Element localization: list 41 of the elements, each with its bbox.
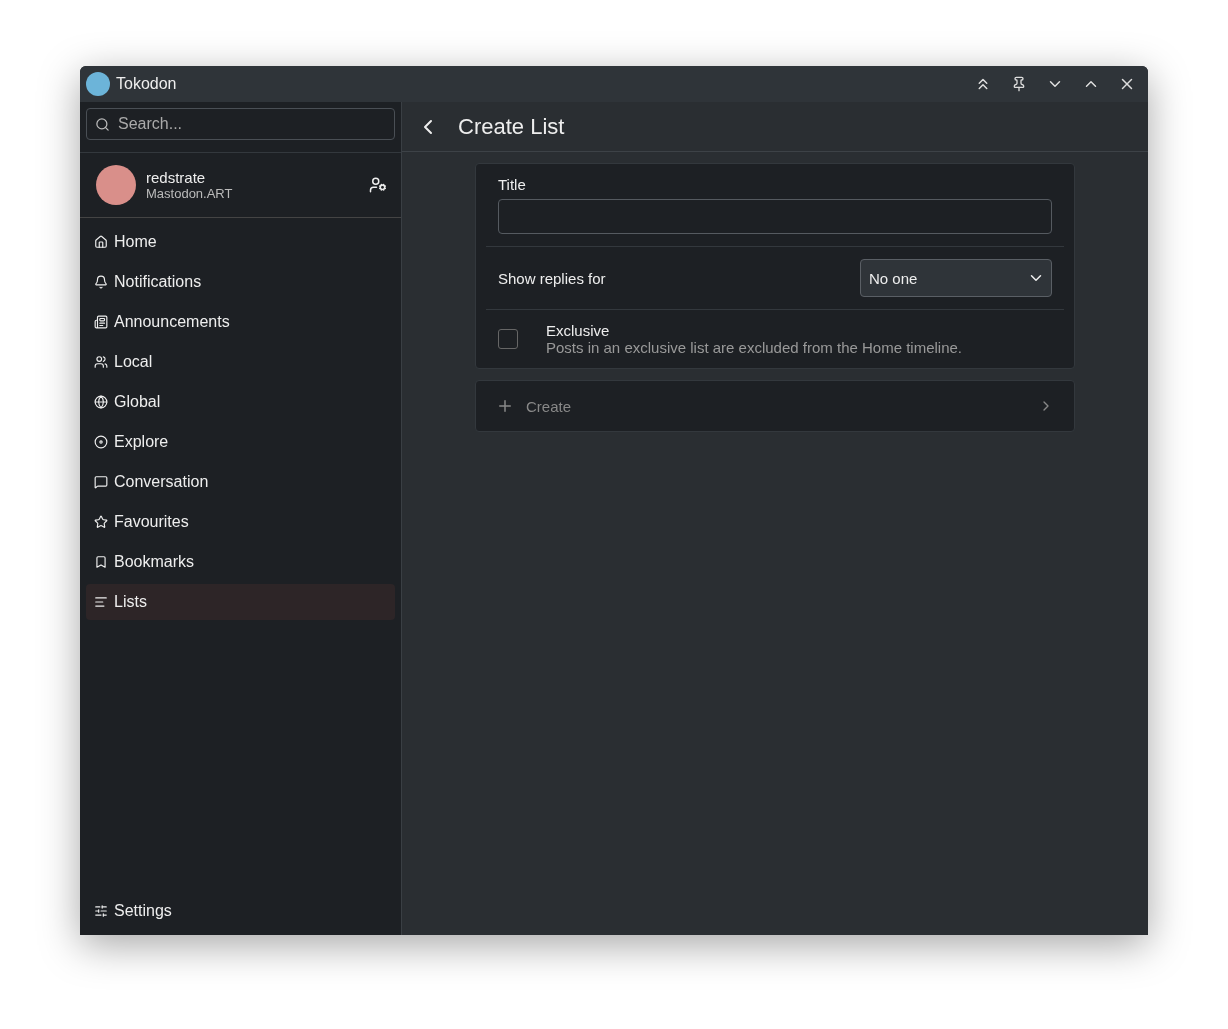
app-logo-icon [86, 72, 110, 96]
search-icon [95, 117, 110, 132]
sidebar-item[interactable]: Notifications [86, 264, 395, 300]
exclusive-checkbox[interactable] [498, 329, 518, 349]
list-icon [94, 595, 108, 609]
checkbox-label: Exclusive [546, 322, 611, 339]
window-title: Tokodon [116, 75, 178, 93]
sidebar-item[interactable]: Bookmarks [86, 544, 395, 580]
switch-account-button[interactable] [369, 176, 387, 194]
account-server: Mastodon.ART [146, 186, 234, 201]
speech-bubble-icon [94, 475, 108, 489]
sidebar-item[interactable]: Lists [86, 584, 395, 620]
field-label: Show replies for [498, 269, 606, 287]
disc-icon [94, 435, 108, 449]
star-icon [94, 515, 108, 529]
field-label: Title [498, 176, 527, 193]
house-icon [94, 235, 108, 249]
sidebar-item[interactable]: Local [86, 344, 395, 380]
sliders-icon [94, 904, 108, 918]
users-icon [94, 355, 108, 369]
user-gear-icon [369, 176, 387, 194]
search-field[interactable]: Search... [86, 108, 395, 140]
sidebar-item[interactable]: Explore [86, 424, 395, 460]
title-input-field[interactable] [498, 199, 1052, 234]
checkbox-description: Posts in an exclusive list are excluded from the Home timeline. [546, 339, 963, 356]
sidebar-item[interactable]: Home [86, 224, 395, 260]
bell-icon [94, 275, 108, 289]
bookmark-icon [94, 555, 108, 569]
replies-dropdown[interactable]: No one [860, 259, 1052, 297]
sidebar-item[interactable]: Favourites [86, 504, 395, 540]
avatar[interactable] [96, 165, 136, 205]
sidebar-item[interactable]: Global [86, 384, 395, 420]
plus-icon [496, 397, 514, 415]
page-title: Create List [458, 113, 565, 140]
sidebar-item[interactable]: Announcements [86, 304, 395, 340]
settings-item[interactable]: Settings [86, 893, 395, 929]
globe-icon [94, 395, 108, 409]
newspaper-icon [94, 315, 108, 329]
sidebar-item[interactable]: Conversation [86, 464, 395, 500]
account-name: redstrate [146, 169, 207, 186]
pin-icon [1011, 76, 1027, 92]
